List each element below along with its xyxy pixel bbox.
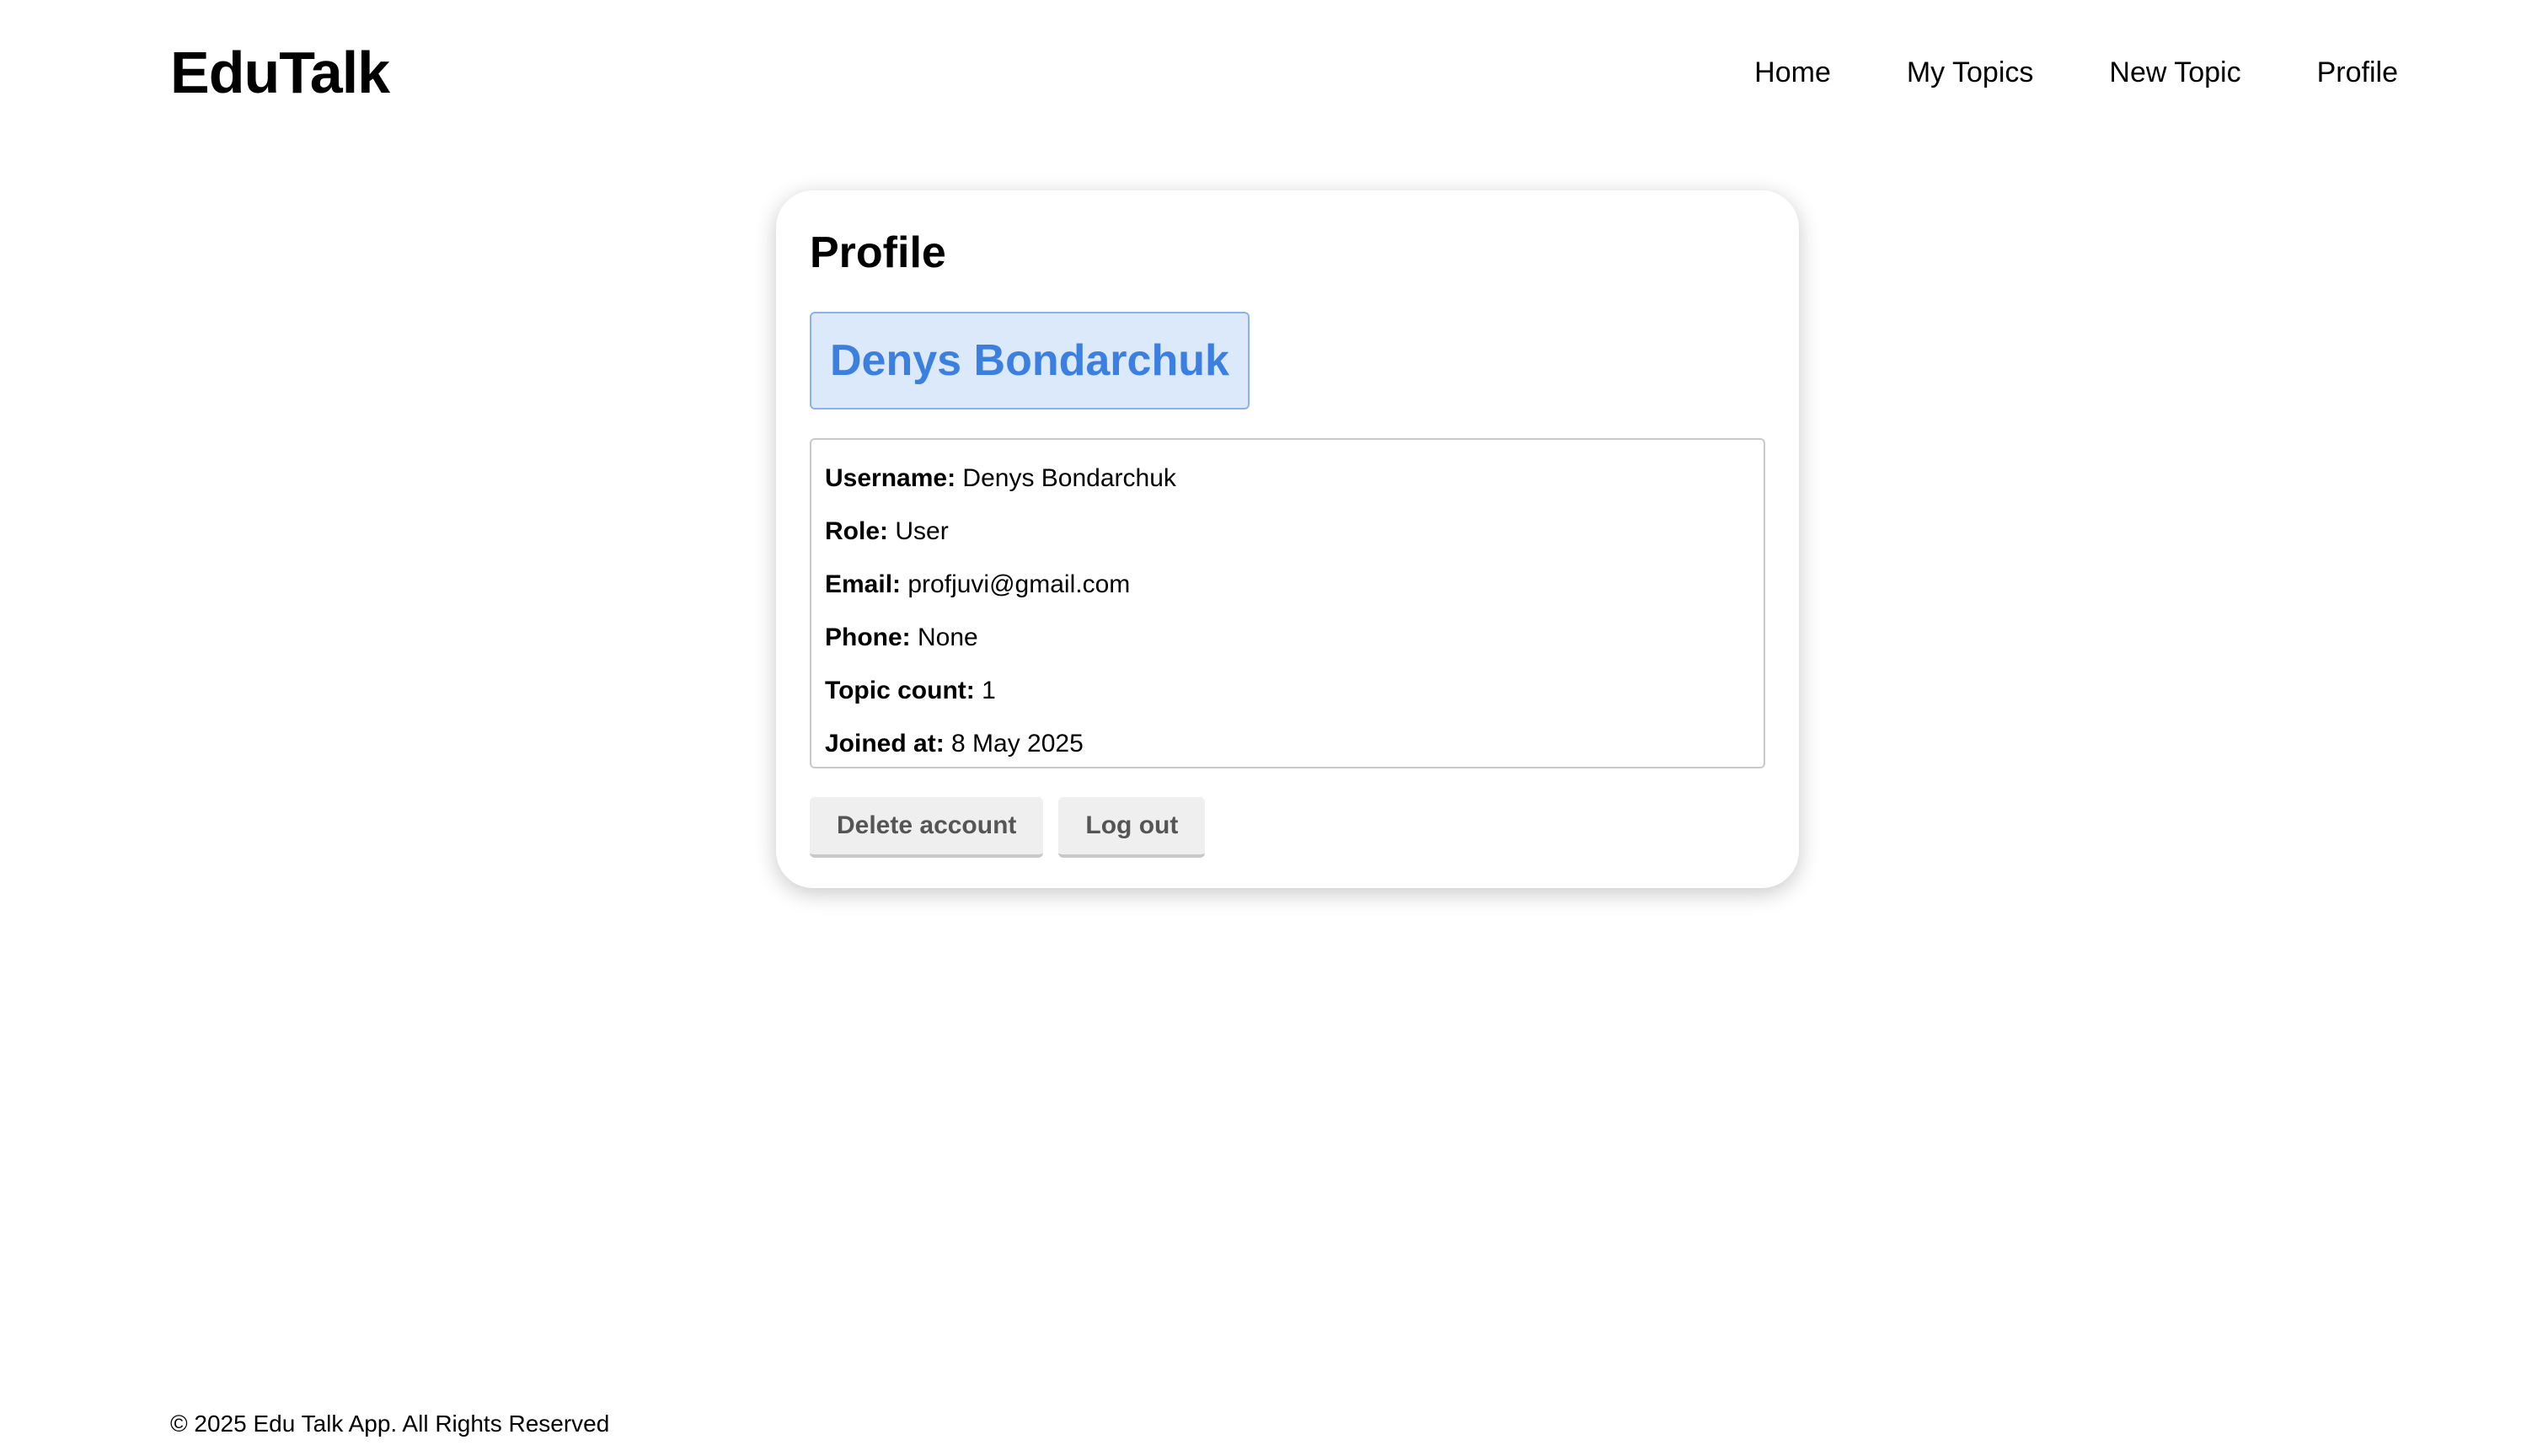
profile-actions: Delete account Log out xyxy=(810,797,1765,858)
info-value: 8 May 2025 xyxy=(951,730,1084,757)
info-value: 1 xyxy=(982,677,996,704)
nav-link-profile[interactable]: Profile xyxy=(2317,58,2398,87)
info-label: Username: xyxy=(825,464,956,492)
info-label: Role: xyxy=(825,517,888,545)
site-header: EduTalk Home My Topics New Topic Profile xyxy=(170,34,2398,111)
info-row-username: Username: Denys Bondarchuk xyxy=(825,452,1750,505)
site-logo[interactable]: EduTalk xyxy=(170,43,390,102)
info-value: None xyxy=(918,624,978,651)
info-label: Topic count: xyxy=(825,677,975,704)
profile-info-box: Username: Denys Bondarchuk Role: User Em… xyxy=(810,438,1765,768)
info-row-topic-count: Topic count: 1 xyxy=(825,664,1750,717)
info-label: Email: xyxy=(825,570,902,598)
info-value: profjuvi@gmail.com xyxy=(907,570,1131,598)
nav-link-my-topics[interactable]: My Topics xyxy=(1907,58,2034,87)
info-value: Denys Bondarchuk xyxy=(962,464,1176,492)
nav-link-new-topic[interactable]: New Topic xyxy=(2109,58,2240,87)
info-row-email: Email: profjuvi@gmail.com xyxy=(825,558,1750,611)
info-value: User xyxy=(895,517,949,545)
profile-card: Profile Denys Bondarchuk Username: Denys… xyxy=(776,190,1799,888)
page-title: Profile xyxy=(810,228,946,277)
info-label: Phone: xyxy=(825,624,911,651)
page: EduTalk Home My Topics New Topic Profile… xyxy=(0,0,2548,1456)
profile-name-banner: Denys Bondarchuk xyxy=(810,312,1250,410)
footer-copyright: © 2025 Edu Talk App. All Rights Reserved xyxy=(170,1410,610,1437)
delete-account-button[interactable]: Delete account xyxy=(810,797,1044,858)
info-row-phone: Phone: None xyxy=(825,611,1750,664)
info-row-joined-at: Joined at: 8 May 2025 xyxy=(825,717,1750,770)
info-row-role: Role: User xyxy=(825,505,1750,558)
info-label: Joined at: xyxy=(825,730,945,757)
logout-button[interactable]: Log out xyxy=(1058,797,1206,858)
main-nav: Home My Topics New Topic Profile xyxy=(1754,58,2398,87)
nav-link-home[interactable]: Home xyxy=(1754,58,1831,87)
